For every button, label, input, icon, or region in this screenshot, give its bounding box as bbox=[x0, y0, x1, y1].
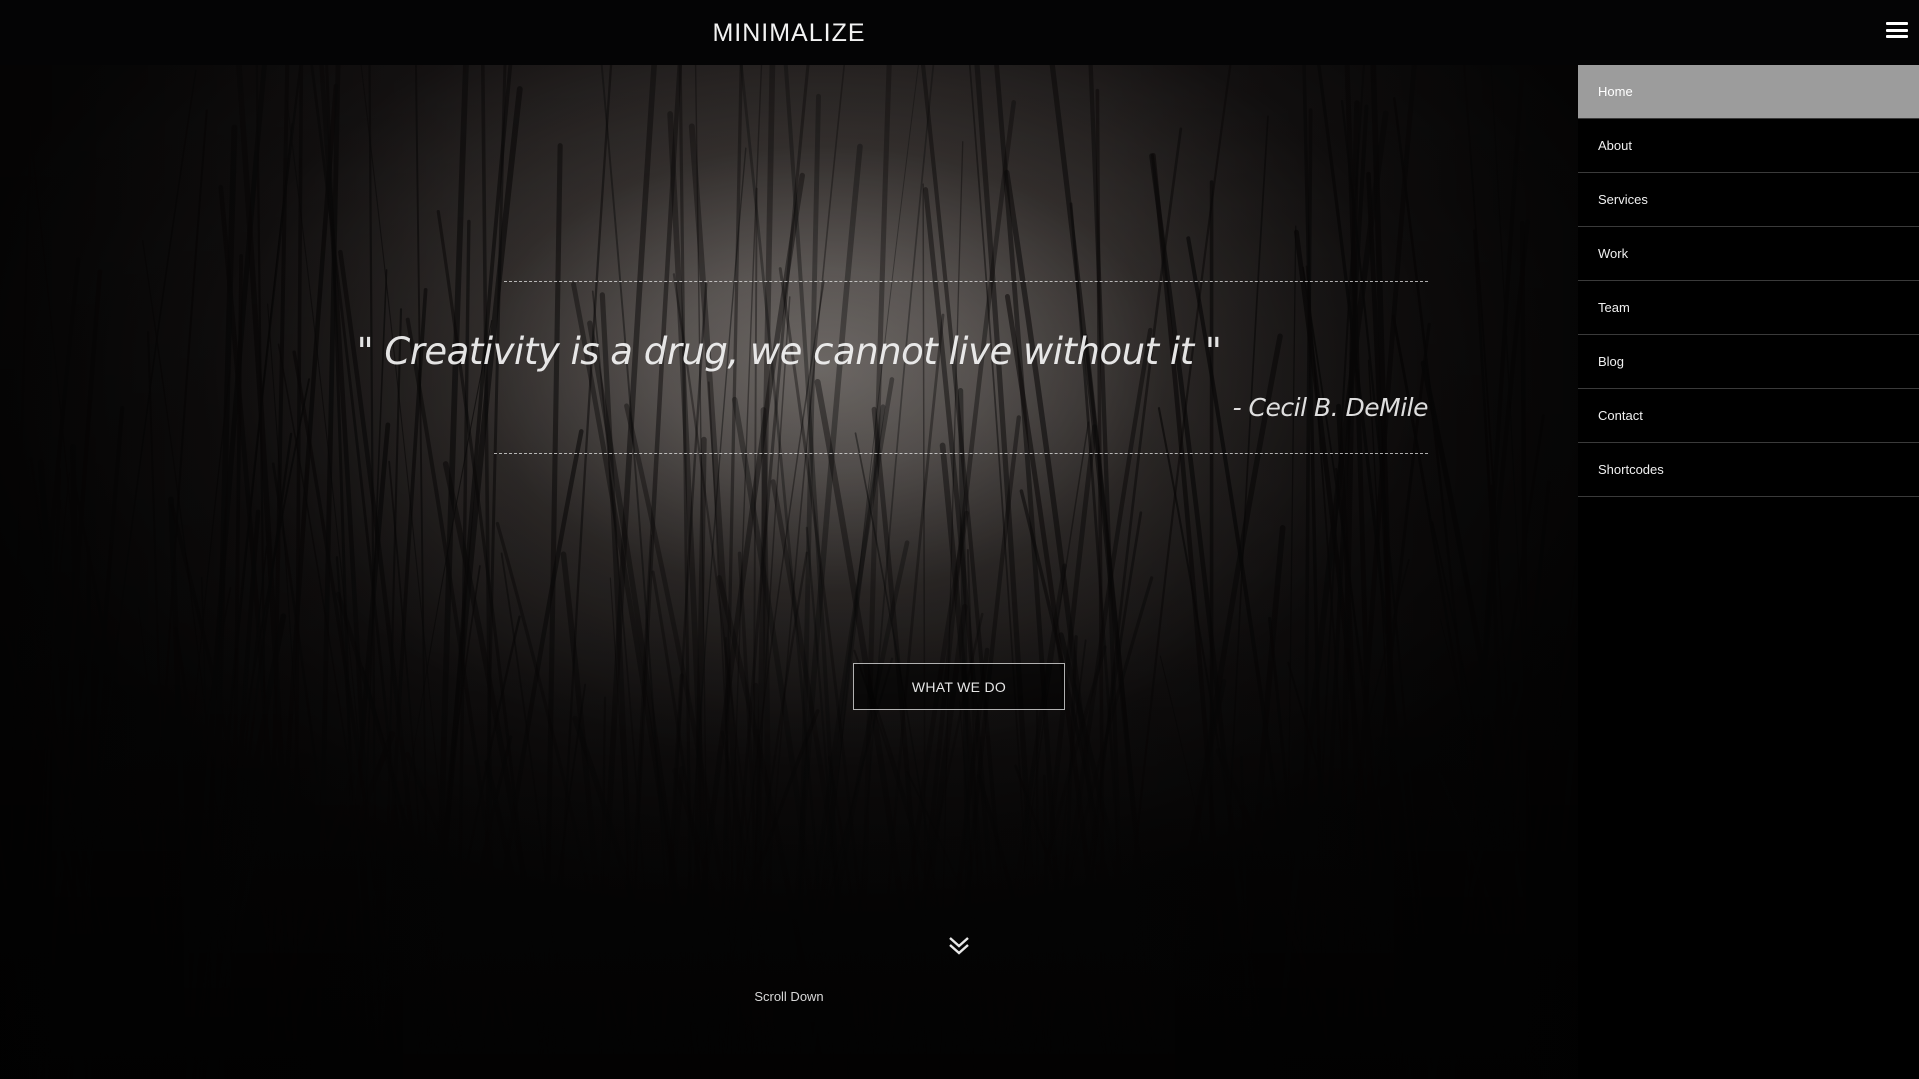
what-we-do-button[interactable]: WHAT WE DO bbox=[853, 663, 1065, 710]
top-bar: MINIMALIZE bbox=[0, 0, 1919, 65]
nav-item-contact[interactable]: Contact bbox=[1578, 389, 1919, 443]
nav-item-work[interactable]: Work bbox=[1578, 227, 1919, 281]
nav-item-team[interactable]: Team bbox=[1578, 281, 1919, 335]
quote-divider-top bbox=[504, 281, 1428, 282]
nav-item-about[interactable]: About bbox=[1578, 119, 1919, 173]
side-navigation: Home About Services Work Team Blog Conta… bbox=[1578, 65, 1919, 1079]
hero-background-image bbox=[0, 65, 1578, 1079]
quote-divider-bottom bbox=[494, 453, 1428, 454]
nav-item-services[interactable]: Services bbox=[1578, 173, 1919, 227]
scroll-down-label[interactable]: Scroll Down bbox=[0, 989, 1578, 1004]
double-chevron-down-icon[interactable] bbox=[947, 934, 971, 958]
hero-section: " Creativity is a drug, we cannot live w… bbox=[0, 65, 1578, 1079]
nav-item-home[interactable]: Home bbox=[1578, 65, 1919, 119]
hamburger-icon[interactable] bbox=[1886, 22, 1908, 42]
nav-item-shortcodes[interactable]: Shortcodes bbox=[1578, 443, 1919, 497]
quote-author: - Cecil B. DeMile bbox=[1232, 393, 1429, 422]
page: " Creativity is a drug, we cannot live w… bbox=[0, 0, 1919, 1079]
nav-item-blog[interactable]: Blog bbox=[1578, 335, 1919, 389]
site-logo[interactable]: MINIMALIZE bbox=[712, 19, 865, 47]
hero-quote: " Creativity is a drug, we cannot live w… bbox=[356, 330, 1222, 373]
